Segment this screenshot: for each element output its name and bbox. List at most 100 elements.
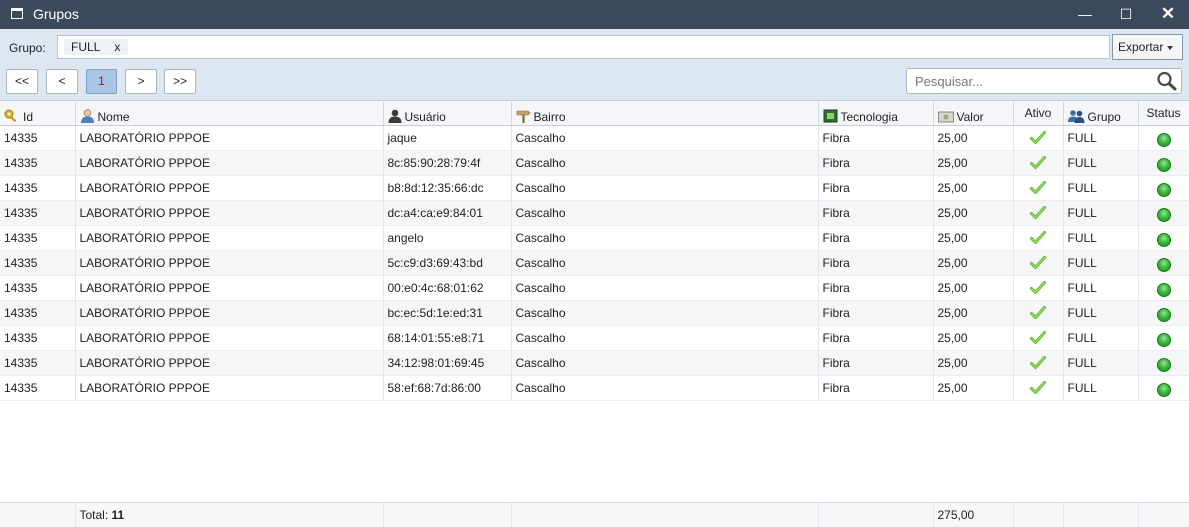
cell-tecnologia: Fibra bbox=[818, 200, 934, 226]
cell-grupo: FULL bbox=[1063, 250, 1139, 276]
check-icon bbox=[1030, 131, 1046, 145]
column-label-nome: Nome bbox=[97, 110, 130, 124]
table-row[interactable]: 14335 LABORATÓRIO PPPOE 68:14:01:55:e8:71 C… bbox=[0, 325, 1189, 351]
group-filter-label: Grupo: bbox=[9, 41, 46, 55]
page-1-button[interactable]: 1 bbox=[86, 69, 117, 94]
cell-nome: LABORATÓRIO PPPOE bbox=[75, 350, 384, 376]
status-online-icon bbox=[1156, 257, 1171, 272]
status-online-icon bbox=[1156, 157, 1171, 172]
cell-usuario: 5c:c9:d3:69:43:bd bbox=[383, 250, 512, 276]
total-label: Total: bbox=[79, 508, 109, 523]
cell-usuario: dc:a4:ca:e9:84:01 bbox=[383, 200, 512, 226]
cell-id: 14335 bbox=[0, 375, 76, 401]
minimize-button[interactable]: — bbox=[1072, 4, 1098, 24]
column-header-grupo[interactable]: Grupo bbox=[1063, 100, 1139, 126]
column-header-id[interactable]: Id bbox=[0, 100, 76, 126]
cell-tecnologia: Fibra bbox=[818, 175, 934, 201]
table-row[interactable]: 14335 LABORATÓRIO PPPOE jaque Cascalho Fibra… bbox=[0, 125, 1189, 151]
export-dropdown-button[interactable]: Exportar bbox=[1112, 34, 1183, 60]
cell-id: 14335 bbox=[0, 300, 76, 326]
prev-page-button[interactable]: < bbox=[46, 69, 78, 94]
cell-id: 14335 bbox=[0, 275, 76, 301]
cell-usuario: 8c:85:90:28:79:4f bbox=[383, 150, 512, 176]
column-header-usuario[interactable]: Usuário bbox=[383, 100, 512, 126]
cell-id: 14335 bbox=[0, 150, 76, 176]
table-row[interactable]: 14335 LABORATÓRIO PPPOE bc:ec:5d:1e:ed:31 C… bbox=[0, 300, 1189, 326]
cell-bairro: Cascalho bbox=[511, 200, 819, 226]
status-online-icon bbox=[1156, 232, 1171, 247]
window-icon bbox=[11, 8, 23, 19]
cell-valor: 25,00 bbox=[933, 125, 1014, 151]
user-icon bbox=[80, 109, 94, 123]
table-row[interactable]: 14335 LABORATÓRIO PPPOE dc:a4:ca:e9:84:01 C… bbox=[0, 200, 1189, 226]
table-row[interactable]: 14335 LABORATÓRIO PPPOE angelo Cascalho Fibr… bbox=[0, 225, 1189, 251]
cell-usuario: 00:e0:4c:68:01:62 bbox=[383, 275, 512, 301]
table-row[interactable]: 14335 LABORATÓRIO PPPOE 5c:c9:d3:69:43:bd C… bbox=[0, 250, 1189, 276]
table-row[interactable]: 14335 LABORATÓRIO PPPOE b8:8d:12:35:66:dc C… bbox=[0, 175, 1189, 201]
table-row[interactable]: 14335 LABORATÓRIO PPPOE 8c:85:90:28:79:4f C… bbox=[0, 150, 1189, 176]
table-body: 14335 LABORATÓRIO PPPOE jaque Cascalho Fibra… bbox=[0, 125, 1189, 401]
cell-grupo: FULL bbox=[1063, 125, 1139, 151]
status-online-icon bbox=[1156, 182, 1171, 197]
column-header-ativo[interactable]: Ativo bbox=[1013, 100, 1064, 126]
status-online-icon bbox=[1156, 382, 1171, 397]
search-icon[interactable] bbox=[1156, 71, 1178, 91]
cell-bairro: Cascalho bbox=[511, 250, 819, 276]
cell-id: 14335 bbox=[0, 175, 76, 201]
cell-grupo: FULL bbox=[1063, 325, 1139, 351]
total-count-value: 11 bbox=[111, 508, 125, 523]
column-label-bairro: Bairro bbox=[533, 110, 566, 124]
chip-icon bbox=[823, 109, 837, 123]
next-page-button[interactable]: > bbox=[125, 69, 157, 94]
cell-nome: LABORATÓRIO PPPOE bbox=[75, 325, 384, 351]
cell-nome: LABORATÓRIO PPPOE bbox=[75, 175, 384, 201]
cell-tecnologia: Fibra bbox=[818, 325, 934, 351]
check-icon bbox=[1030, 306, 1046, 320]
filter-bar: Grupo: FULL x Exportar bbox=[0, 29, 1189, 63]
last-page-button[interactable]: >> bbox=[164, 69, 196, 94]
cell-bairro: Cascalho bbox=[511, 375, 819, 401]
cell-tecnologia: Fibra bbox=[818, 250, 934, 276]
column-header-status[interactable]: Status bbox=[1138, 100, 1189, 126]
cell-nome: LABORATÓRIO PPPOE bbox=[75, 200, 384, 226]
first-page-button[interactable]: << bbox=[6, 69, 38, 94]
cell-valor: 25,00 bbox=[933, 250, 1014, 276]
cell-ativo bbox=[1013, 250, 1064, 276]
column-header-nome[interactable]: Nome bbox=[75, 100, 384, 126]
person-icon bbox=[388, 109, 401, 123]
column-header-tecnologia[interactable]: Tecnologia bbox=[818, 100, 934, 126]
group-filter-tag-label: FULL bbox=[71, 40, 101, 54]
maximize-button[interactable]: ☐ bbox=[1113, 4, 1139, 24]
total-count: Total: 11 bbox=[75, 502, 384, 527]
cell-status bbox=[1138, 350, 1189, 376]
check-icon bbox=[1030, 281, 1046, 295]
column-label-tecnologia: Tecnologia bbox=[840, 110, 898, 124]
table-row[interactable]: 14335 LABORATÓRIO PPPOE 00:e0:4c:68:01:62 C… bbox=[0, 275, 1189, 301]
check-icon bbox=[1030, 231, 1046, 245]
cell-tecnologia: Fibra bbox=[818, 275, 934, 301]
cell-usuario: jaque bbox=[383, 125, 512, 151]
status-online-icon bbox=[1156, 132, 1171, 147]
cell-status bbox=[1138, 300, 1189, 326]
cell-status bbox=[1138, 175, 1189, 201]
search-input[interactable] bbox=[915, 73, 1145, 89]
cell-ativo bbox=[1013, 200, 1064, 226]
remove-tag-button[interactable]: x bbox=[114, 40, 120, 54]
column-header-bairro[interactable]: Bairro bbox=[511, 100, 819, 126]
cell-tecnologia: Fibra bbox=[818, 150, 934, 176]
signpost-icon bbox=[516, 110, 530, 123]
cell-usuario: b8:8d:12:35:66:dc bbox=[383, 175, 512, 201]
pager-bar: << < 1 > >> bbox=[0, 63, 1189, 100]
cell-tecnologia: Fibra bbox=[818, 300, 934, 326]
cell-grupo: FULL bbox=[1063, 350, 1139, 376]
close-button[interactable]: ✕ bbox=[1155, 4, 1181, 24]
cell-grupo: FULL bbox=[1063, 300, 1139, 326]
table-row[interactable]: 14335 LABORATÓRIO PPPOE 34:12:98:01:69:45 C… bbox=[0, 350, 1189, 376]
column-header-valor[interactable]: Valor bbox=[933, 100, 1014, 126]
cell-ativo bbox=[1013, 300, 1064, 326]
table-row[interactable]: 14335 LABORATÓRIO PPPOE 58:ef:68:7d:86:00 C… bbox=[0, 375, 1189, 401]
cell-valor: 25,00 bbox=[933, 150, 1014, 176]
group-filter-input[interactable]: FULL x bbox=[57, 35, 1110, 59]
group-icon bbox=[1067, 110, 1084, 123]
check-icon bbox=[1030, 256, 1046, 270]
